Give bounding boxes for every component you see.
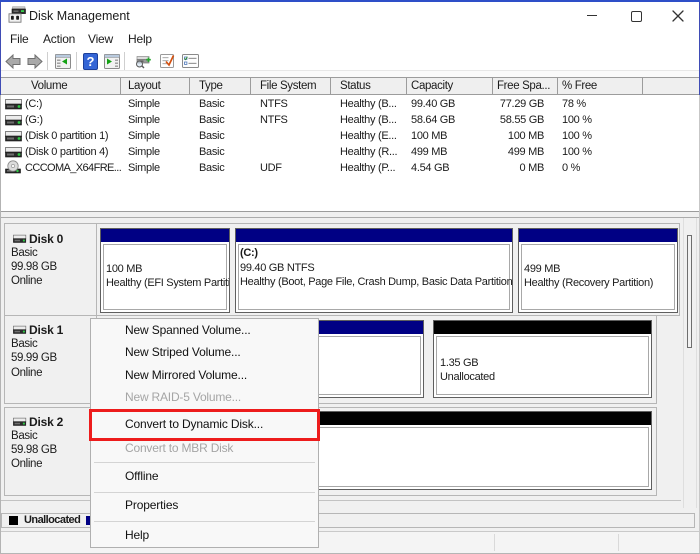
svg-text:?: ? <box>87 54 95 69</box>
